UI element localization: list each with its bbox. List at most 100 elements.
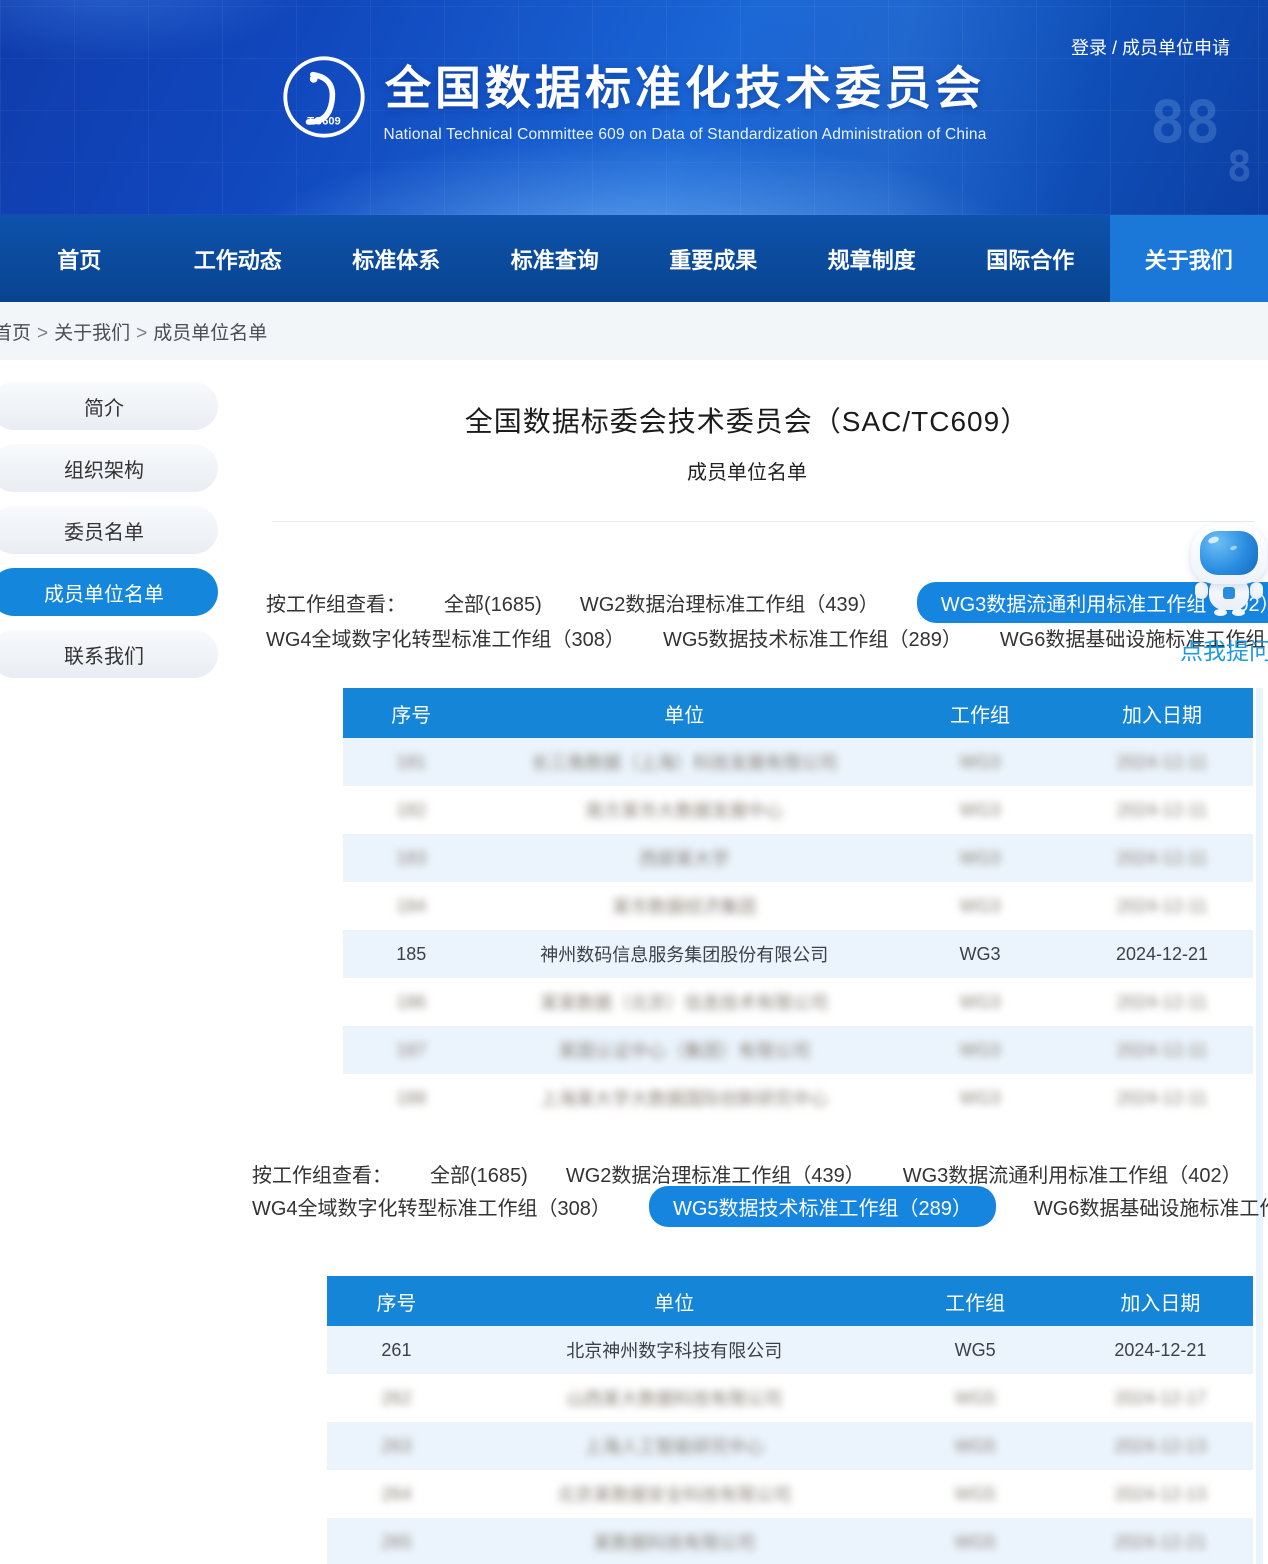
table-row[interactable]: 185神州数码信息服务集团股份有限公司WG32024-12-21 [343, 930, 1253, 978]
column-header-1: 单位 [480, 699, 890, 728]
robot-foot-right [1232, 609, 1245, 616]
breadcrumb-separator: > [130, 323, 153, 344]
nav-item-0[interactable]: 首页 [0, 215, 159, 302]
robot-arm-left [1195, 582, 1208, 599]
table-row[interactable]: 181长三角数据（上海）科技发展有限公司WG32024-12-11 [343, 738, 1253, 786]
table-row[interactable]: 263上海人工智能研究中心WG52024-12-13 [327, 1422, 1253, 1470]
cell-unit-name: 山西某大数据科技有限公司 [466, 1385, 883, 1411]
cell-join-date: 2024-12-11 [1071, 1040, 1253, 1061]
filter-chip-s1-r2-0[interactable]: WG4全域数字化转型标准工作组（308） [252, 1192, 611, 1221]
cell-unit-name: 西部某大学 [480, 845, 890, 871]
column-header-2: 工作组 [889, 699, 1071, 728]
breadcrumb-item-1[interactable]: 关于我们 [54, 323, 130, 344]
cell-join-date: 2024-12-11 [1071, 752, 1253, 773]
cell-join-date: 2024-12-11 [1071, 848, 1253, 869]
robot-arm-right [1250, 582, 1263, 599]
cell-workgroup: WG3 [889, 944, 1071, 965]
cell-join-date: 2024-12-11 [1071, 896, 1253, 917]
nav-item-3[interactable]: 标准查询 [476, 215, 635, 302]
cell-workgroup: WG3 [889, 752, 1071, 773]
cell-serial: 186 [343, 992, 480, 1013]
column-header-3: 加入日期 [1068, 1287, 1253, 1316]
filter-chip-s1-r2-2[interactable]: WG6数据基础设施标准工作组（247） [1034, 1192, 1268, 1221]
filter-chip-s0-r1-0[interactable]: 全部(1685) [444, 588, 542, 617]
cell-unit-name: 某数据科技有限公司 [466, 1529, 883, 1555]
cell-join-date: 2024-12-11 [1071, 800, 1253, 821]
table-row[interactable]: 186某某数据（北京）信息技术有限公司WG32024-12-11 [343, 978, 1253, 1026]
table-row[interactable]: 261北京神州数字科技有限公司WG52024-12-21 [327, 1326, 1253, 1374]
filter-chip-s1-r1-1[interactable]: WG2数据治理标准工作组（439） [566, 1159, 865, 1188]
cell-serial: 183 [343, 848, 480, 869]
table-row[interactable]: 265某数据科技有限公司WG52024-12-21 [327, 1518, 1253, 1564]
column-header-0: 序号 [327, 1287, 466, 1316]
brand: TC609 全国数据标准化技术委员会 National Technical Co… [0, 52, 1268, 144]
column-header-1: 单位 [466, 1287, 883, 1316]
filter-chip-s1-r1-0[interactable]: 全部(1685) [430, 1159, 528, 1188]
cell-join-date: 2024-12-21 [1068, 1532, 1253, 1553]
nav-item-2[interactable]: 标准体系 [317, 215, 476, 302]
filter-row-2-section-1: WG4全域数字化转型标准工作组（308）WG5数据技术标准工作组（289）WG6… [266, 619, 1268, 656]
ask-me-button[interactable]: 点我提问 [1168, 632, 1268, 666]
tc609-logo-icon: TC609 [281, 54, 367, 140]
cell-unit-name: 上海人工智能研究中心 [466, 1433, 883, 1459]
cell-unit-name: 南方某市大数据发展中心 [480, 797, 890, 823]
page-subtitle: 成员单位名单 [240, 456, 1254, 485]
cell-join-date: 2024-12-13 [1068, 1484, 1253, 1505]
cell-unit-name: 某某数据（北京）信息技术有限公司 [480, 989, 890, 1015]
filter-by-group-label: 按工作组查看： [252, 1159, 392, 1188]
nav-item-1[interactable]: 工作动态 [159, 215, 318, 302]
filter-chip-s0-r2-0[interactable]: WG4全域数字化转型标准工作组（308） [266, 623, 625, 652]
cell-serial: 181 [343, 752, 480, 773]
cell-join-date: 2024-12-21 [1071, 944, 1253, 965]
cell-workgroup: WG3 [889, 800, 1071, 821]
assistant-robot-icon[interactable] [1190, 524, 1268, 616]
filter-chip-s0-r1-1[interactable]: WG2数据治理标准工作组（439） [580, 588, 879, 617]
table-row[interactable]: 182南方某市大数据发展中心WG32024-12-11 [343, 786, 1253, 834]
cell-workgroup: WG5 [883, 1388, 1068, 1409]
cell-serial: 182 [343, 800, 480, 821]
table-header-row: 序号单位工作组加入日期 [327, 1276, 1253, 1326]
nav-item-4[interactable]: 重要成果 [634, 215, 793, 302]
column-header-2: 工作组 [883, 1287, 1068, 1316]
site-subtitle: National Technical Committee 609 on Data… [383, 126, 986, 144]
filter-chip-s1-r2-1[interactable]: WG5数据技术标准工作组（289） [649, 1186, 996, 1227]
table-row[interactable]: 188上海某大学大数据国际创新研究中心WG32024-12-11 [343, 1074, 1253, 1122]
table-row[interactable]: 183西部某大学WG32024-12-11 [343, 834, 1253, 882]
breadcrumb-item-0[interactable]: 首页 [0, 323, 31, 344]
login-link[interactable]: 登录 / 成员单位申请 [1071, 34, 1230, 60]
cell-serial: 262 [327, 1388, 466, 1409]
nav-item-5[interactable]: 规章制度 [793, 215, 952, 302]
table-row[interactable]: 187某国认证中心（集团）有限公司WG32024-12-11 [343, 1026, 1253, 1074]
sidebar-item-4[interactable]: 联系我们 [0, 630, 218, 678]
nav-item-6[interactable]: 国际合作 [951, 215, 1110, 302]
nav-item-7[interactable]: 关于我们 [1110, 215, 1268, 302]
cell-unit-name: 长三角数据（上海）科技发展有限公司 [480, 749, 890, 775]
cell-workgroup: WG3 [889, 992, 1071, 1013]
sidebar-item-3[interactable]: 成员单位名单 [0, 568, 218, 616]
sidebar-item-1[interactable]: 组织架构 [0, 444, 218, 492]
table-row[interactable]: 264北京某数据安全科技有限公司WG52024-12-13 [327, 1470, 1253, 1518]
cell-join-date: 2024-12-21 [1068, 1340, 1253, 1361]
cell-unit-name: 北京神州数字科技有限公司 [466, 1337, 883, 1363]
column-header-3: 加入日期 [1071, 699, 1253, 728]
cell-serial: 261 [327, 1340, 466, 1361]
table-row[interactable]: 262山西某大数据科技有限公司WG52024-12-17 [327, 1374, 1253, 1422]
table-row[interactable]: 184某市数据经济集团WG32024-12-11 [343, 882, 1253, 930]
cell-join-date: 2024-12-13 [1068, 1436, 1253, 1457]
header-digits-decoration: 8 [1227, 142, 1252, 191]
cell-serial: 184 [343, 896, 480, 917]
robot-badge [1223, 587, 1235, 599]
cell-serial: 265 [327, 1532, 466, 1553]
sidebar-item-2[interactable]: 委员名单 [0, 506, 218, 554]
cell-workgroup: WG5 [883, 1436, 1068, 1457]
cell-unit-name: 上海某大学大数据国际创新研究中心 [480, 1085, 890, 1111]
filter-row-1-section-1: 按工作组查看：全部(1685)WG2数据治理标准工作组（439）WG3数据流通利… [266, 584, 1268, 621]
member-table-wg5: 序号单位工作组加入日期261北京神州数字科技有限公司WG52024-12-212… [327, 1276, 1253, 1564]
breadcrumb: 首页>关于我们>成员单位名单 [0, 302, 1268, 360]
filter-chip-s1-r1-2[interactable]: WG3数据流通利用标准工作组（402） [903, 1159, 1242, 1188]
robot-foot-left [1214, 609, 1227, 616]
cell-workgroup: WG5 [883, 1340, 1068, 1361]
brand-text: 全国数据标准化技术委员会 National Technical Committe… [383, 52, 986, 144]
sidebar-item-0[interactable]: 简介 [0, 382, 218, 430]
filter-chip-s0-r2-1[interactable]: WG5数据技术标准工作组（289） [663, 623, 962, 652]
